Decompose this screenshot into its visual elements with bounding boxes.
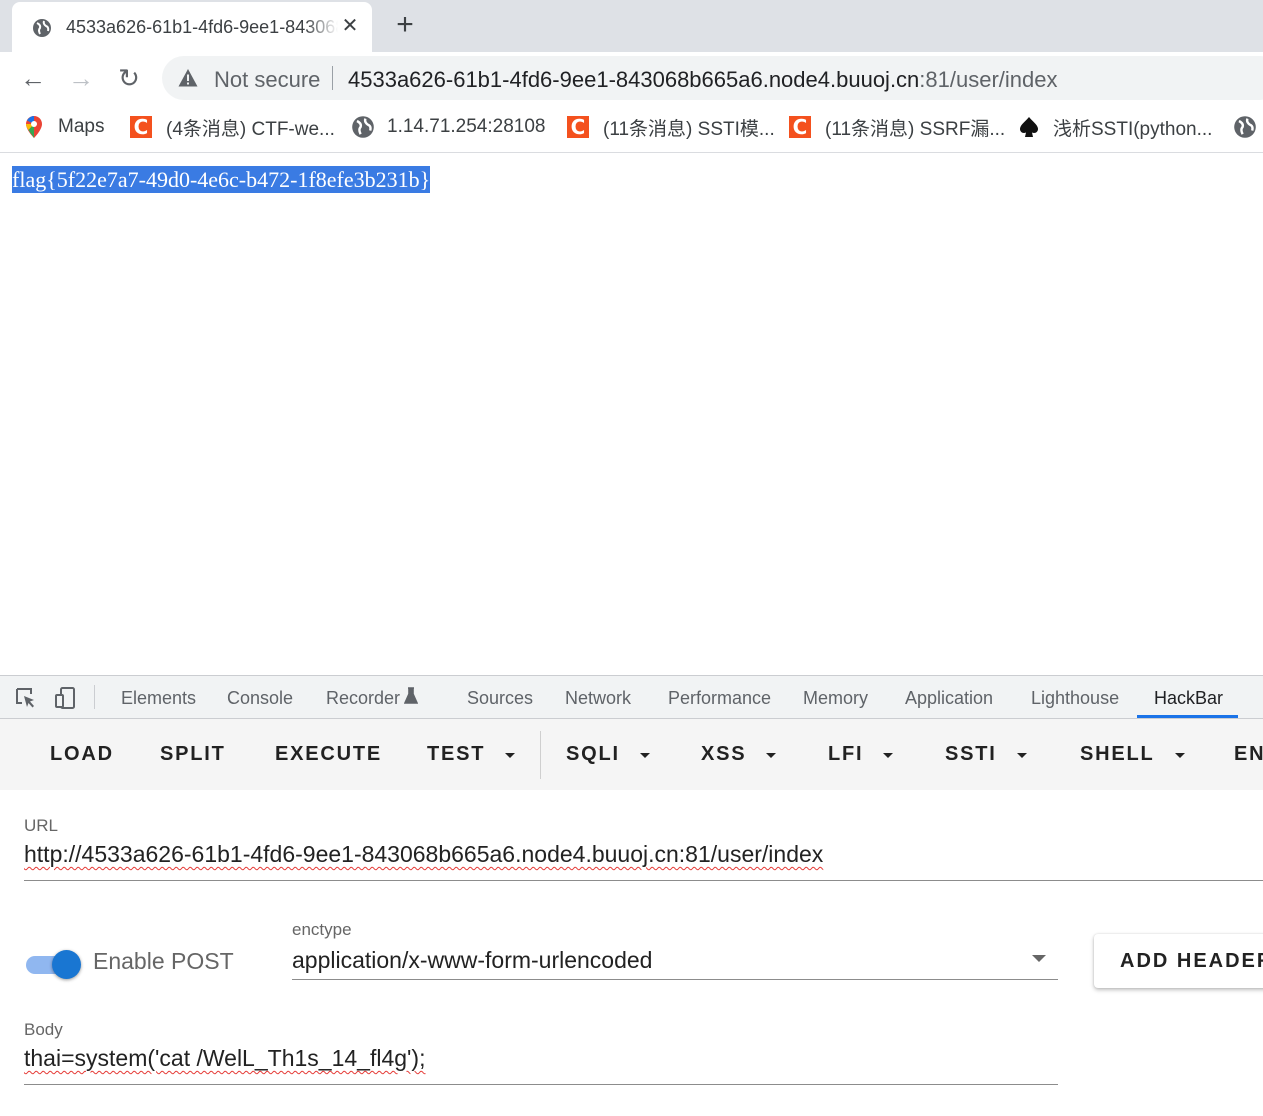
device-toolbar-icon[interactable] <box>53 686 77 710</box>
bookmark-more[interactable] <box>1233 114 1263 140</box>
url-field-label: URL <box>24 816 59 835</box>
tab-sources[interactable]: Sources <box>467 688 533 709</box>
devtools-panel: Elements Console Recorder Sources Networ… <box>0 675 1263 1116</box>
body-field-label: Body <box>24 1020 63 1039</box>
browser-tab-active[interactable]: 4533a626-61b1-4fd6-9ee1-843068b665a6.nod… <box>12 2 372 52</box>
tab-title: 4533a626-61b1-4fd6-9ee1-843068b665a6.nod… <box>66 17 338 37</box>
tab-elements[interactable]: Elements <box>121 688 196 709</box>
tab-memory[interactable]: Memory <box>803 688 868 709</box>
select-arrow-icon[interactable] <box>1032 955 1046 962</box>
lfi-dropdown[interactable]: LFI <box>828 743 894 766</box>
csdn-icon: C <box>130 116 152 138</box>
tab-lighthouse[interactable]: Lighthouse <box>1031 688 1119 709</box>
active-tab-indicator <box>1137 715 1238 718</box>
bookmark-ssti-python[interactable]: 浅析SSTI(python... <box>1017 114 1212 140</box>
lfi-label: LFI <box>828 743 864 765</box>
body-field-input[interactable]: thai=system('cat /WelL_Th1s_14_fl4g'); <box>24 1045 425 1072</box>
flag-text-selected: flag{5f22e7a7-49d0-4e6c-b472-1f8efe3b231… <box>12 166 431 193</box>
tab-recorder-label: Recorder <box>326 688 401 708</box>
hackbar-separator <box>540 731 541 779</box>
encoding-label: EN <box>1234 743 1263 765</box>
tab-recorder[interactable]: Recorder <box>326 687 418 709</box>
enctype-select[interactable]: application/x-www-form-urlencoded <box>292 947 652 974</box>
tab-console[interactable]: Console <box>227 688 293 709</box>
flask-icon <box>404 687 418 704</box>
load-label: LOAD <box>50 743 114 765</box>
inspect-element-icon[interactable] <box>14 686 38 710</box>
devtools-tabbar: Elements Console Recorder Sources Networ… <box>0 676 1263 719</box>
enctype-underline <box>292 979 1058 980</box>
encoding-dropdown[interactable]: EN <box>1234 743 1263 766</box>
not-secure-label[interactable]: Not secure <box>214 67 320 93</box>
bookmark-label: (11条消息) SSTI模... <box>603 118 775 140</box>
csdn-icon: C <box>567 116 589 138</box>
browser-toolbar: ← → ↻ Not secure 4533a626-61b1-4fd6-9ee1… <box>0 52 1263 104</box>
enable-post-label: Enable POST <box>93 948 234 974</box>
shell-dropdown[interactable]: SHELL <box>1080 743 1185 766</box>
new-tab-button[interactable]: + <box>390 10 420 40</box>
execute-label: EXECUTE <box>275 743 383 765</box>
bookmark-ssrf[interactable]: C (11条消息) SSRF漏... <box>789 114 1005 140</box>
caret-down-icon <box>883 753 894 758</box>
split-button[interactable]: SPLIT <box>160 743 226 766</box>
execute-button[interactable]: EXECUTE <box>275 743 382 766</box>
url-path: :81/user/index <box>919 67 1058 92</box>
caret-down-icon <box>1016 753 1027 758</box>
forward-button[interactable]: → <box>67 64 95 92</box>
bookmark-label: 1.14.71.254:28108 <box>387 116 546 137</box>
warning-triangle-icon[interactable] <box>178 68 198 88</box>
xss-dropdown[interactable]: XSS <box>701 743 777 766</box>
ssti-dropdown[interactable]: SSTI <box>945 743 1027 766</box>
devtools-separator <box>94 685 95 709</box>
bookmark-ssti[interactable]: C (11条消息) SSTI模... <box>567 114 775 140</box>
google-maps-icon <box>26 116 42 138</box>
sqli-dropdown[interactable]: SQLI <box>566 743 650 766</box>
enctype-label: enctype <box>292 920 352 939</box>
caret-down-icon <box>639 753 650 758</box>
address-bar[interactable]: Not secure 4533a626-61b1-4fd6-9ee1-84306… <box>162 56 1263 100</box>
tab-performance[interactable]: Performance <box>668 688 771 709</box>
shell-label: SHELL <box>1080 743 1155 765</box>
address-url[interactable]: 4533a626-61b1-4fd6-9ee1-843068b665a6.nod… <box>348 67 1058 93</box>
add-header-button[interactable]: ADD HEADER <box>1094 934 1263 988</box>
bookmark-label: Maps <box>58 116 105 137</box>
toggle-knob <box>52 950 81 979</box>
body-field-underline <box>24 1084 1058 1085</box>
caret-down-icon <box>1174 753 1185 758</box>
url-field-underline <box>24 880 1263 881</box>
bookmark-ip[interactable]: 1.14.71.254:28108 <box>351 114 546 140</box>
ssti-label: SSTI <box>945 743 997 765</box>
address-separator <box>332 66 333 90</box>
globe-icon <box>33 19 51 37</box>
bookmarks-bar: Maps C (4条消息) CTF-we... 1.14.71.254:2810… <box>0 104 1263 153</box>
load-button[interactable]: LOAD <box>50 743 114 766</box>
bookmark-ctf-web[interactable]: C (4条消息) CTF-we... <box>130 114 335 140</box>
bookmark-label: (4条消息) CTF-we... <box>166 118 335 140</box>
url-host: 4533a626-61b1-4fd6-9ee1-843068b665a6.nod… <box>348 67 920 92</box>
xss-label: XSS <box>701 743 747 765</box>
sqli-label: SQLI <box>566 743 620 765</box>
csdn-icon: C <box>789 116 811 138</box>
reload-button[interactable]: ↻ <box>115 64 143 92</box>
tab-strip: 4533a626-61b1-4fd6-9ee1-843068b665a6.nod… <box>0 0 1263 52</box>
hackbar-toolbar: LOAD SPLIT EXECUTE TEST SQLI XSS LFI SST… <box>0 719 1263 790</box>
caret-down-icon <box>766 753 777 758</box>
test-dropdown[interactable]: TEST <box>427 743 516 766</box>
bookmark-maps[interactable]: Maps <box>22 114 104 140</box>
url-field-input[interactable]: http://4533a626-61b1-4fd6-9ee1-843068b66… <box>24 841 823 868</box>
caret-down-icon <box>505 753 516 758</box>
globe-icon <box>352 116 374 138</box>
tab-application[interactable]: Application <box>905 688 993 709</box>
bookmark-label: (11条消息) SSRF漏... <box>825 118 1006 140</box>
spade-icon <box>1020 117 1038 137</box>
globe-icon <box>1234 116 1256 138</box>
bookmark-label: 浅析SSTI(python... <box>1053 118 1213 140</box>
tab-close-icon[interactable]: ✕ <box>338 14 362 38</box>
enable-post-toggle[interactable] <box>26 949 82 979</box>
test-label: TEST <box>427 743 486 765</box>
back-button[interactable]: ← <box>19 64 47 92</box>
tab-hackbar[interactable]: HackBar <box>1154 688 1223 709</box>
split-label: SPLIT <box>160 743 226 765</box>
tab-network[interactable]: Network <box>565 688 631 709</box>
